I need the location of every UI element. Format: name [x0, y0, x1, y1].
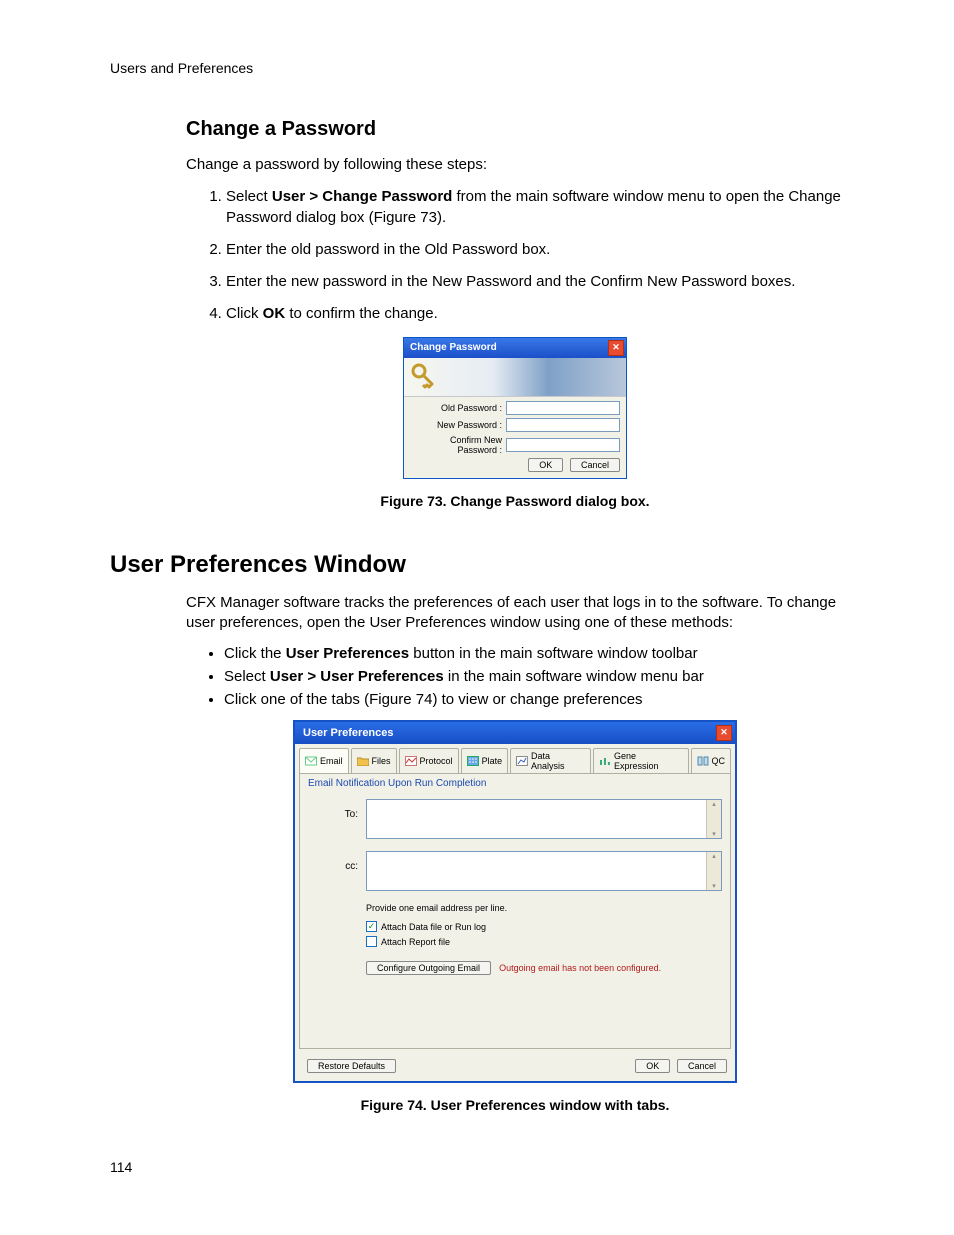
cp-step-3: Enter the new password in the New Passwo…	[226, 272, 844, 292]
key-icon	[410, 362, 434, 392]
up-title-bar: User Preferences ✕	[295, 722, 735, 744]
tab-plate[interactable]: Plate	[461, 748, 509, 773]
protocol-icon	[405, 756, 417, 766]
cp-step-4: Click OK to confirm the change.	[226, 304, 844, 324]
page-number: 114	[110, 1159, 844, 1175]
attach-report-check[interactable]: Attach Report file	[366, 936, 722, 947]
tab-gene-expression[interactable]: Gene Expression	[593, 748, 688, 773]
up-ok-button[interactable]: OK	[635, 1059, 670, 1073]
change-password-heading: Change a Password	[186, 118, 844, 141]
confirm-password-input[interactable]	[506, 438, 620, 452]
configure-email-button[interactable]: Configure Outgoing Email	[366, 961, 491, 975]
cp-banner	[404, 358, 626, 397]
user-preferences-heading: User Preferences Window	[110, 551, 844, 579]
tab-protocol[interactable]: Protocol	[399, 748, 459, 773]
cc-input[interactable]: ▴▾	[366, 851, 722, 891]
close-icon[interactable]: ✕	[716, 725, 732, 741]
email-warning: Outgoing email has not been configured.	[499, 963, 661, 973]
cp-step-1: Select User > Change Password from the m…	[226, 187, 844, 228]
attach-data-check[interactable]: ✓ Attach Data file or Run log	[366, 921, 722, 932]
scrollbar-icon[interactable]: ▴▾	[706, 852, 721, 890]
cp-title-bar: Change Password ✕	[404, 338, 626, 358]
tab-qc[interactable]: QC	[691, 748, 732, 773]
to-label: To:	[308, 799, 366, 839]
cp-intro: Change a password by following these ste…	[186, 155, 844, 175]
old-password-input[interactable]	[506, 401, 620, 415]
cp-title-text: Change Password	[410, 342, 497, 353]
tab-email[interactable]: Email	[299, 748, 349, 773]
up-bullets: Click the User Preferences button in the…	[186, 645, 844, 708]
cp-step-2: Enter the old password in the Old Passwo…	[226, 240, 844, 260]
up-cancel-button[interactable]: Cancel	[677, 1059, 727, 1073]
up-email-pane: Email Notification Upon Run Completion T…	[299, 773, 731, 1049]
tab-files[interactable]: Files	[351, 748, 397, 773]
envelope-icon	[305, 756, 317, 766]
plate-icon	[467, 756, 479, 766]
up-pane-title: Email Notification Upon Run Completion	[308, 778, 722, 789]
checkbox-unchecked-icon[interactable]	[366, 936, 377, 947]
cc-label: cc:	[308, 851, 366, 891]
checkbox-checked-icon[interactable]: ✓	[366, 921, 377, 932]
cp-ok-button[interactable]: OK	[528, 458, 563, 472]
up-intro: CFX Manager software tracks the preferen…	[186, 593, 844, 634]
change-password-dialog: Change Password ✕ Old Password : New Pas…	[403, 337, 627, 479]
bar-chart-icon	[599, 756, 611, 766]
cp-steps: Select User > Change Password from the m…	[186, 187, 844, 324]
running-head: Users and Preferences	[110, 60, 844, 76]
email-note: Provide one email address per line.	[366, 903, 722, 913]
cp-cancel-button[interactable]: Cancel	[570, 458, 620, 472]
chart-icon	[516, 756, 528, 766]
old-password-label: Old Password :	[410, 403, 506, 413]
up-bullet-1: Click the User Preferences button in the…	[224, 645, 844, 662]
tab-data-analysis[interactable]: Data Analysis	[510, 748, 591, 773]
cp-body: Old Password : New Password : Confirm Ne…	[404, 397, 626, 478]
close-icon[interactable]: ✕	[608, 340, 624, 356]
up-title-text: User Preferences	[303, 727, 394, 739]
restore-defaults-button[interactable]: Restore Defaults	[307, 1059, 396, 1073]
new-password-label: New Password :	[410, 420, 506, 430]
scrollbar-icon[interactable]: ▴▾	[706, 800, 721, 838]
confirm-password-label: Confirm New Password :	[410, 435, 506, 455]
user-preferences-window: User Preferences ✕ Email Files Protocol …	[293, 720, 737, 1083]
figure-74-caption: Figure 74. User Preferences window with …	[186, 1097, 844, 1113]
up-tabs: Email Files Protocol Plate Data Analysis…	[295, 744, 735, 773]
folder-icon	[357, 756, 369, 766]
up-bottom-bar: Restore Defaults OK Cancel	[295, 1053, 735, 1081]
new-password-input[interactable]	[506, 418, 620, 432]
up-bullet-3: Click one of the tabs (Figure 74) to vie…	[224, 691, 844, 708]
up-bullet-2: Select User > User Preferences in the ma…	[224, 668, 844, 685]
to-input[interactable]: ▴▾	[366, 799, 722, 839]
figure-73-caption: Figure 73. Change Password dialog box.	[186, 493, 844, 509]
qc-icon	[697, 756, 709, 766]
